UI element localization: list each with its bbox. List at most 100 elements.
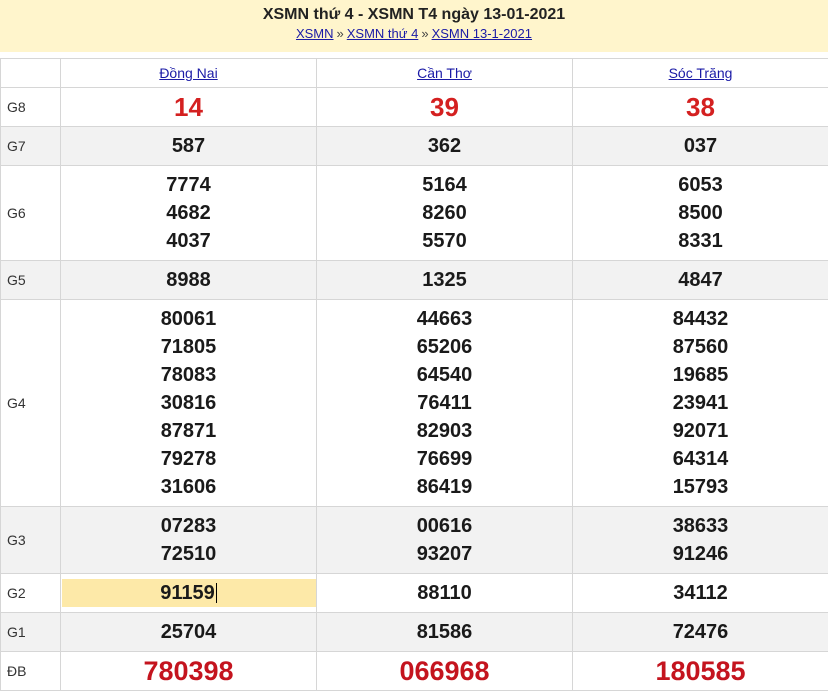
prize-row-db: ĐB780398066968180585 bbox=[1, 652, 828, 691]
prize-cell-soc-trang: 180585 bbox=[573, 652, 828, 691]
prize-number: 34112 bbox=[573, 579, 828, 607]
prize-number: 71805 bbox=[61, 333, 316, 361]
prize-number: 6053 bbox=[573, 171, 828, 199]
prize-row-g4: G480061718057808330816878717927831606446… bbox=[1, 300, 828, 507]
prize-cell-dong-nai: 80061718057808330816878717927831606 bbox=[61, 300, 317, 507]
prize-row-g8: G8143938 bbox=[1, 88, 828, 127]
page-title: XSMN thứ 4 - XSMN T4 ngày 13-01-2021 bbox=[0, 6, 828, 24]
prize-cell-soc-trang: 72476 bbox=[573, 613, 828, 652]
results-body: G8143938G7587362037G67774468240375164826… bbox=[1, 88, 828, 691]
prize-cell-soc-trang: 34112 bbox=[573, 574, 828, 613]
province-link-dong-nai[interactable]: Đồng Nai bbox=[159, 65, 217, 81]
province-header-soc-trang: Sóc Trăng bbox=[573, 59, 828, 88]
breadcrumb-separator: » bbox=[337, 26, 344, 41]
breadcrumb-link-date[interactable]: XSMN 13-1-2021 bbox=[432, 26, 532, 41]
prize-cell-can-tho: 1325 bbox=[317, 261, 573, 300]
prize-cell-can-tho: 516482605570 bbox=[317, 166, 573, 261]
province-link-can-tho[interactable]: Cần Thơ bbox=[417, 65, 472, 81]
prize-number: 180585 bbox=[573, 653, 828, 689]
prize-number: 91159 bbox=[160, 582, 215, 604]
prize-number: 86419 bbox=[317, 473, 572, 501]
prize-label: G1 bbox=[1, 613, 61, 652]
prize-number: 81586 bbox=[317, 618, 572, 646]
prize-number: 87560 bbox=[573, 333, 828, 361]
prize-number: 00616 bbox=[317, 512, 572, 540]
prize-cell-can-tho: 44663652066454076411829037669986419 bbox=[317, 300, 573, 507]
prize-number: 38 bbox=[573, 88, 828, 126]
prize-number: 19685 bbox=[573, 361, 828, 389]
prize-number: 84432 bbox=[573, 305, 828, 333]
prize-cell-dong-nai: 777446824037 bbox=[61, 166, 317, 261]
prize-cell-dong-nai: 14 bbox=[61, 88, 317, 127]
breadcrumb-link-xsmn[interactable]: XSMN bbox=[296, 26, 334, 41]
breadcrumb-link-xsmn-thu4[interactable]: XSMN thứ 4 bbox=[347, 26, 419, 41]
prize-number: 07283 bbox=[61, 512, 316, 540]
prize-cell-soc-trang: 4847 bbox=[573, 261, 828, 300]
prize-cell-soc-trang: 605385008331 bbox=[573, 166, 828, 261]
prize-row-g3: G3072837251000616932073863391246 bbox=[1, 507, 828, 574]
prize-cell-dong-nai: 8988 bbox=[61, 261, 317, 300]
prize-number: 1325 bbox=[317, 266, 572, 294]
prize-number: 76411 bbox=[317, 389, 572, 417]
prize-cell-dong-nai: 25704 bbox=[61, 613, 317, 652]
prize-cell-dong-nai: 0728372510 bbox=[61, 507, 317, 574]
prize-number: 64540 bbox=[317, 361, 572, 389]
prize-row-g2: G2 91159 8811034112 bbox=[1, 574, 828, 613]
results-table: Đồng Nai Cần Thơ Sóc Trăng G8143938G7587… bbox=[0, 58, 828, 691]
prize-number: 25704 bbox=[61, 618, 316, 646]
prize-cell-dong-nai: 91159 bbox=[61, 574, 317, 613]
prize-number: 5164 bbox=[317, 171, 572, 199]
province-header-can-tho: Cần Thơ bbox=[317, 59, 573, 88]
prize-number: 72510 bbox=[61, 540, 316, 568]
text-cursor-icon bbox=[216, 583, 217, 603]
prize-row-g5: G5898813254847 bbox=[1, 261, 828, 300]
prize-number: 5570 bbox=[317, 227, 572, 255]
prize-number: 44663 bbox=[317, 305, 572, 333]
prize-number: 64314 bbox=[573, 445, 828, 473]
prize-number: 15793 bbox=[573, 473, 828, 501]
prize-number: 76699 bbox=[317, 445, 572, 473]
prize-cell-soc-trang: 037 bbox=[573, 127, 828, 166]
prize-number: 8260 bbox=[317, 199, 572, 227]
prize-number: 91246 bbox=[573, 540, 828, 568]
prize-cell-can-tho: 88110 bbox=[317, 574, 573, 613]
breadcrumb-separator: » bbox=[421, 26, 428, 41]
page-header: XSMN thứ 4 - XSMN T4 ngày 13-01-2021 XSM… bbox=[0, 0, 828, 52]
prize-label: G8 bbox=[1, 88, 61, 127]
prize-number: 037 bbox=[573, 132, 828, 160]
prize-label: G6 bbox=[1, 166, 61, 261]
prize-number: 4037 bbox=[61, 227, 316, 255]
prize-row-g6: G6777446824037516482605570605385008331 bbox=[1, 166, 828, 261]
prize-row-g1: G1257048158672476 bbox=[1, 613, 828, 652]
prize-number: 8331 bbox=[573, 227, 828, 255]
province-header-row: Đồng Nai Cần Thơ Sóc Trăng bbox=[1, 59, 828, 88]
prize-label: G5 bbox=[1, 261, 61, 300]
prize-number: 65206 bbox=[317, 333, 572, 361]
highlighted-number: 91159 bbox=[62, 579, 316, 607]
prize-number: 4682 bbox=[61, 199, 316, 227]
breadcrumb: XSMN»XSMN thứ 4»XSMN 13-1-2021 bbox=[0, 26, 828, 41]
header-empty-cell bbox=[1, 59, 61, 88]
prize-cell-can-tho: 066968 bbox=[317, 652, 573, 691]
prize-cell-dong-nai: 780398 bbox=[61, 652, 317, 691]
prize-cell-can-tho: 81586 bbox=[317, 613, 573, 652]
prize-cell-soc-trang: 38 bbox=[573, 88, 828, 127]
prize-number: 72476 bbox=[573, 618, 828, 646]
prize-number: 39 bbox=[317, 88, 572, 126]
prize-number: 8500 bbox=[573, 199, 828, 227]
prize-number: 88110 bbox=[317, 579, 572, 607]
prize-label: G2 bbox=[1, 574, 61, 613]
prize-cell-can-tho: 362 bbox=[317, 127, 573, 166]
prize-label: G7 bbox=[1, 127, 61, 166]
prize-label: G4 bbox=[1, 300, 61, 507]
province-header-dong-nai: Đồng Nai bbox=[61, 59, 317, 88]
prize-number: 8988 bbox=[61, 266, 316, 294]
prize-number: 93207 bbox=[317, 540, 572, 568]
prize-number: 78083 bbox=[61, 361, 316, 389]
prize-label: ĐB bbox=[1, 652, 61, 691]
prize-number: 23941 bbox=[573, 389, 828, 417]
prize-number: 38633 bbox=[573, 512, 828, 540]
province-link-soc-trang[interactable]: Sóc Trăng bbox=[669, 65, 733, 81]
prize-number: 80061 bbox=[61, 305, 316, 333]
prize-cell-soc-trang: 3863391246 bbox=[573, 507, 828, 574]
